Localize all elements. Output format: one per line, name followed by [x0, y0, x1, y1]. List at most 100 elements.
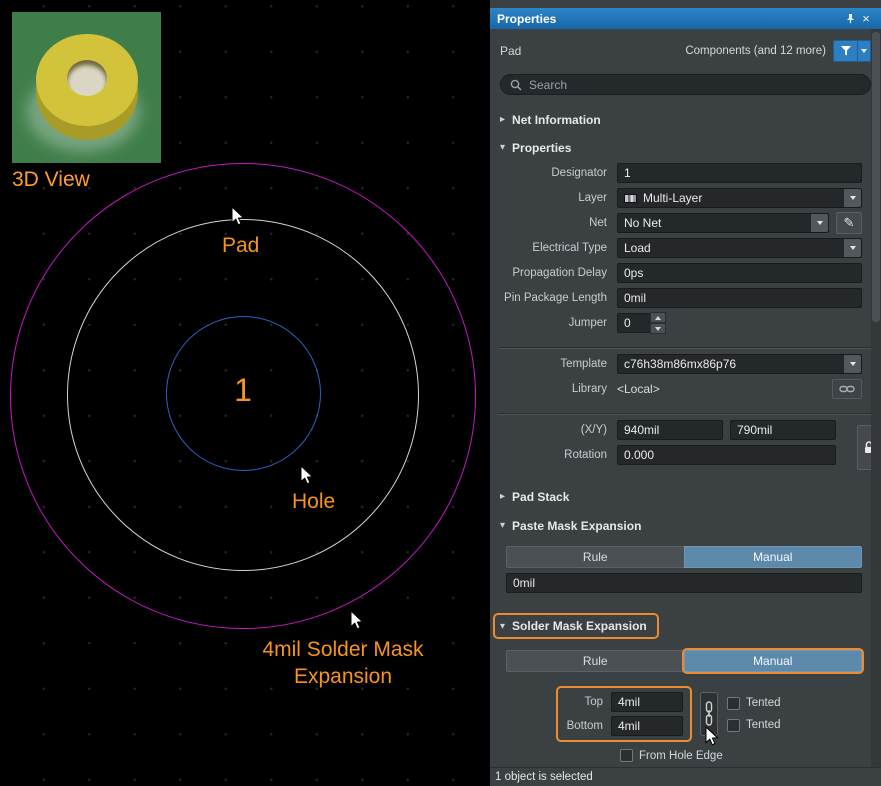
status-bar: 1 object is selected [490, 767, 881, 786]
paste-mask-rule-button[interactable]: Rule [506, 546, 684, 568]
template-fields: Template c76h38m86mx86p76 Library <Local… [490, 354, 881, 399]
arrow-down-icon [655, 327, 661, 331]
template-label: Template [490, 358, 617, 370]
search-box[interactable] [500, 74, 871, 95]
template-value: c76h38m86mx86p76 [624, 357, 736, 371]
pin-icon[interactable] [842, 11, 858, 27]
tented-bottom-checkbox[interactable] [727, 719, 740, 732]
section-properties-label: Properties [512, 141, 571, 155]
chevron-down-icon [811, 214, 828, 232]
filter-button[interactable] [833, 40, 857, 62]
solder-mask-values-block: Top Bottom Tented Tented [558, 688, 881, 740]
electrical-type-row: Electrical Type Load [490, 238, 862, 258]
solder-mask-annotation-line1: 4mil Solder Mask [238, 636, 448, 663]
position-fields: (X/Y) Rotation [490, 420, 881, 465]
section-pad-stack[interactable]: ▸ Pad Stack [490, 489, 881, 504]
bottom-label: Bottom [565, 720, 611, 732]
section-solder-mask-expansion[interactable]: ▾ Solder Mask Expansion [490, 615, 881, 637]
top-expansion-field[interactable] [611, 692, 683, 712]
solder-mask-rule-button[interactable]: Rule [506, 650, 684, 672]
panel-scrollbar[interactable] [871, 29, 881, 767]
paste-mask-expansion-field[interactable] [506, 573, 862, 593]
from-hole-edge-label: From Hole Edge [639, 750, 723, 762]
layer-value: Multi-Layer [643, 191, 702, 205]
designator-row: Designator [490, 163, 862, 183]
pcb-canvas[interactable]: 1 Pad Hole 4mil Solder Mask Expansion 3D… [0, 0, 490, 786]
top-label: Top [565, 696, 611, 708]
chain-link-icon [839, 384, 855, 394]
solder-mask-bottom-row: Bottom [565, 716, 683, 736]
funnel-icon [840, 45, 852, 57]
expanded-marker-icon: ▾ [500, 621, 505, 632]
close-icon[interactable]: × [858, 11, 874, 27]
rotation-row: Rotation [490, 445, 862, 465]
section-solder-mask-label: Solder Mask Expansion [512, 619, 647, 633]
cursor-arrow-icon [350, 610, 364, 635]
collapsed-marker-icon: ▸ [500, 491, 505, 502]
jumper-row: Jumper [490, 313, 862, 333]
paste-mask-mode-toggle: Rule Manual [506, 546, 862, 568]
scope-label: Components (and 12 more) [685, 45, 826, 57]
search-input[interactable] [529, 78, 861, 92]
stepper-up-button[interactable] [650, 312, 666, 323]
filter-dropdown-button[interactable] [857, 40, 871, 62]
properties-panel: Properties × Pad Components (and 12 more… [490, 0, 881, 786]
expanded-marker-icon: ▾ [500, 142, 505, 153]
tented-top-checkbox[interactable] [727, 697, 740, 710]
edit-net-button[interactable]: ✎ [836, 212, 862, 234]
pin-package-length-field[interactable] [617, 288, 862, 308]
layer-dropdown[interactable]: Multi-Layer [617, 188, 862, 208]
bottom-expansion-field[interactable] [611, 716, 683, 736]
xy-row: (X/Y) [490, 420, 862, 440]
layer-row: Layer Multi-Layer [490, 188, 862, 208]
electrical-type-value: Load [624, 241, 651, 255]
electrical-type-label: Electrical Type [490, 242, 617, 254]
panel-header: Properties × [490, 8, 881, 29]
section-paste-mask-expansion[interactable]: ▾ Paste Mask Expansion [490, 518, 881, 533]
propagation-delay-row: Propagation Delay [490, 263, 862, 283]
vertical-chain-link-icon [704, 701, 714, 727]
net-value: No Net [624, 216, 661, 230]
x-position-field[interactable] [617, 420, 723, 440]
pad-3d-preview-image [12, 12, 161, 163]
paste-mask-value-row [506, 573, 862, 593]
from-hole-edge-checkbox[interactable] [620, 749, 633, 762]
jumper-field[interactable] [617, 313, 651, 333]
stepper-down-button[interactable] [650, 323, 666, 334]
pad-annotation: Pad [222, 234, 259, 258]
collapsed-marker-icon: ▸ [500, 114, 505, 125]
tented-bottom-label: Tented [746, 719, 781, 731]
template-dropdown[interactable]: c76h38m86mx86p76 [617, 354, 862, 374]
divider [498, 347, 873, 349]
section-properties[interactable]: ▾ Properties [490, 140, 881, 155]
altium-pad-properties-screen: 1 Pad Hole 4mil Solder Mask Expansion 3D… [0, 0, 881, 786]
object-filter-row: Pad Components (and 12 more) [500, 40, 871, 62]
solder-mask-manual-button[interactable]: Manual [684, 650, 863, 672]
hole-annotation: Hole [292, 490, 335, 514]
paste-mask-manual-button[interactable]: Manual [684, 546, 863, 568]
solder-mask-header-highlight: ▾ Solder Mask Expansion [495, 615, 657, 637]
tented-top-label: Tented [746, 697, 781, 709]
section-net-information[interactable]: ▸ Net Information [490, 112, 881, 127]
library-row: Library <Local> [490, 379, 862, 399]
designator-field[interactable] [617, 163, 862, 183]
propagation-delay-label: Propagation Delay [490, 267, 617, 279]
net-dropdown[interactable]: No Net [617, 213, 829, 233]
chevron-down-icon [861, 49, 867, 53]
scrollbar-thumb[interactable] [872, 32, 880, 322]
arrow-up-icon [655, 316, 661, 320]
divider [498, 413, 873, 415]
chevron-down-icon [844, 189, 861, 207]
section-pad-stack-label: Pad Stack [512, 490, 569, 504]
electrical-type-dropdown[interactable]: Load [617, 238, 862, 258]
propagation-delay-field[interactable] [617, 263, 862, 283]
rotation-field[interactable] [617, 445, 836, 465]
y-position-field[interactable] [730, 420, 836, 440]
panel-title: Properties [497, 12, 842, 26]
rotation-label: Rotation [490, 449, 617, 461]
template-row: Template c76h38m86mx86p76 [490, 354, 862, 374]
library-link-button[interactable] [832, 379, 862, 399]
section-paste-mask-label: Paste Mask Expansion [512, 519, 641, 533]
library-label: Library [490, 383, 617, 395]
chevron-down-icon [844, 239, 861, 257]
